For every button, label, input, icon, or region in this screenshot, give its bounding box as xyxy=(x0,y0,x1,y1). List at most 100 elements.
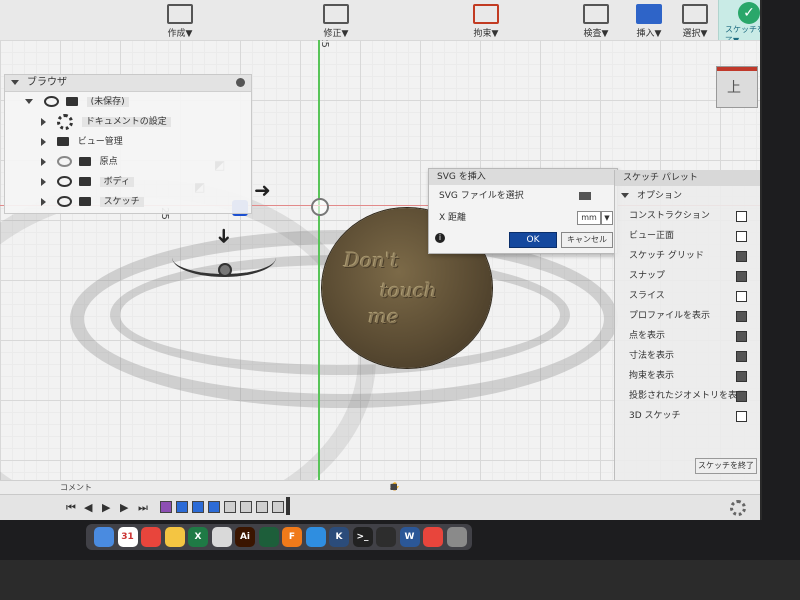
dock-app-safari-icon[interactable] xyxy=(305,527,326,547)
palette-option[interactable]: スケッチ グリッド xyxy=(615,246,760,266)
go-to-end-icon[interactable]: ⏭ xyxy=(138,501,148,515)
info-icon[interactable]: i xyxy=(435,233,445,243)
dialog-title: SVG を挿入 xyxy=(429,169,617,185)
sketch-canvas[interactable]: 25 25 Don't touch me ➜ ➜ ◩ ◩ 上 SVG を挿入 S… xyxy=(0,40,760,480)
timeline-feature[interactable] xyxy=(208,501,220,513)
dock-app-trash-icon[interactable] xyxy=(446,527,467,547)
select-svg-file-row[interactable]: SVG ファイルを選択 xyxy=(429,185,617,207)
insert-menu[interactable]: 挿入▼ xyxy=(626,2,672,39)
timeline-feature[interactable] xyxy=(160,501,172,513)
palette-option[interactable]: 拘束を表示 xyxy=(615,366,760,386)
timeline-feature[interactable] xyxy=(272,501,284,513)
go-to-start-icon[interactable]: ⏮ xyxy=(66,501,76,515)
step-back-icon[interactable]: ◀ xyxy=(84,501,92,514)
dock-app-app-green-icon[interactable] xyxy=(258,527,279,547)
palette-option[interactable]: スライス xyxy=(615,286,760,306)
dock-app-calendar-icon[interactable]: 31 xyxy=(117,527,138,547)
browser-item-named-views[interactable]: ビュー管理 xyxy=(5,132,251,152)
chevron-right-icon[interactable] xyxy=(41,197,46,206)
palette-option[interactable]: コンストラクション xyxy=(615,206,760,226)
dock-app-fusion-icon[interactable]: F xyxy=(282,527,302,547)
checkbox[interactable] xyxy=(736,411,747,422)
inspect-menu[interactable]: 検査▼ xyxy=(566,2,626,39)
chevron-right-icon[interactable] xyxy=(41,137,46,146)
arrow-right-icon[interactable]: ➜ xyxy=(254,178,271,202)
dock-app-chrome-2-icon[interactable] xyxy=(423,527,443,547)
palette-option[interactable]: 投影されたジオメトリを表示 xyxy=(615,386,760,406)
timeline-feature[interactable] xyxy=(256,501,268,513)
modify-menu[interactable]: 修正▼ xyxy=(296,2,376,39)
palette-option[interactable]: 3D スケッチ xyxy=(615,406,760,426)
dock-app-excel-icon[interactable]: X xyxy=(188,527,208,547)
checkbox[interactable] xyxy=(736,351,747,362)
folder-icon[interactable] xyxy=(579,192,591,200)
checkbox[interactable] xyxy=(736,211,747,222)
dock-app-illustrator-icon[interactable]: Ai xyxy=(235,527,255,547)
dock-app-photos-icon[interactable] xyxy=(211,527,232,547)
palette-option[interactable]: スナップ xyxy=(615,266,760,286)
checkbox[interactable] xyxy=(736,391,747,402)
eye-icon[interactable] xyxy=(56,176,72,187)
y-axis-line xyxy=(318,40,320,480)
x-distance-row: X 距離 mm ▼ xyxy=(429,207,617,229)
options-section[interactable]: オプション xyxy=(615,186,760,206)
dock-app-terminal-icon[interactable]: >_ xyxy=(352,527,373,547)
eye-icon[interactable] xyxy=(43,96,59,107)
timeline-marker[interactable] xyxy=(286,497,290,515)
palette-option[interactable]: ビュー正面 xyxy=(615,226,760,246)
pin-icon[interactable] xyxy=(236,78,245,87)
palette-option[interactable]: プロファイルを表示 xyxy=(615,306,760,326)
play-icon[interactable]: ▶ xyxy=(102,501,110,514)
dock-app-word-icon[interactable]: W xyxy=(399,527,420,547)
step-forward-icon[interactable]: ▶ xyxy=(120,501,128,514)
browser-item-root[interactable]: (未保存) xyxy=(5,92,251,112)
gear-icon xyxy=(56,113,73,130)
dock-app-finder-icon[interactable] xyxy=(94,527,114,547)
palette-option[interactable]: 点を表示 xyxy=(615,326,760,346)
unit-field[interactable]: mm xyxy=(577,211,601,225)
checkbox[interactable] xyxy=(736,271,747,282)
view-cube[interactable]: 上 xyxy=(716,66,758,108)
checkbox[interactable] xyxy=(736,231,747,242)
timeline-feature[interactable] xyxy=(240,501,252,513)
dock-app-chrome-icon[interactable] xyxy=(141,527,161,547)
eye-icon[interactable] xyxy=(56,196,72,207)
checkbox[interactable] xyxy=(736,331,747,342)
browser-item-bodies[interactable]: ボディ xyxy=(5,172,251,192)
timeline-feature[interactable] xyxy=(176,501,188,513)
select-menu[interactable]: 選択▼ xyxy=(672,2,718,39)
ok-button[interactable]: OK xyxy=(509,232,557,248)
create-menu[interactable]: 作成▼ xyxy=(140,2,220,39)
checkbox[interactable] xyxy=(736,311,747,322)
checkbox[interactable] xyxy=(736,371,747,382)
timeline-feature[interactable] xyxy=(224,501,236,513)
browser-item-document-settings[interactable]: ドキュメントの設定 xyxy=(5,112,251,132)
dock-app-notes-icon[interactable] xyxy=(164,527,185,547)
palette-option[interactable]: 寸法を表示 xyxy=(615,346,760,366)
comment-bar: コメント ✥ ✋ ⌕ ⬚ ■ ▦ ▣ xyxy=(0,480,760,495)
chevron-down-icon[interactable] xyxy=(25,99,33,104)
chevron-down-icon[interactable] xyxy=(11,79,19,85)
finish-sketch-button[interactable]: ✓ スケッチを終了▼ xyxy=(718,0,760,45)
browser-item-sketches[interactable]: スケッチ xyxy=(5,192,251,212)
checkbox[interactable] xyxy=(736,251,747,262)
arrow-down-icon[interactable]: ➜ xyxy=(212,228,236,245)
finish-sketch-small-button[interactable]: スケッチを終了 xyxy=(695,458,757,474)
dock-app-app-frame-icon[interactable] xyxy=(376,527,396,547)
constraint-icon xyxy=(473,4,499,24)
eye-icon[interactable] xyxy=(56,156,72,167)
origin-point[interactable] xyxy=(311,198,329,216)
dock-app-app-k-icon[interactable]: K xyxy=(329,527,349,547)
constraints-menu[interactable]: 拘束▼ xyxy=(446,2,526,39)
rotate-handle[interactable] xyxy=(218,263,232,277)
browser-item-origin[interactable]: 原点 xyxy=(5,152,251,172)
chevron-down-icon[interactable]: ▼ xyxy=(601,211,613,225)
chevron-right-icon[interactable] xyxy=(41,117,46,126)
viewports-icon[interactable]: ▣ xyxy=(390,482,404,491)
cancel-button[interactable]: キャンセル xyxy=(561,232,613,248)
gear-icon[interactable] xyxy=(730,500,746,516)
chevron-right-icon[interactable] xyxy=(41,157,46,166)
checkbox[interactable] xyxy=(736,291,747,302)
chevron-right-icon[interactable] xyxy=(41,177,46,186)
timeline-feature[interactable] xyxy=(192,501,204,513)
